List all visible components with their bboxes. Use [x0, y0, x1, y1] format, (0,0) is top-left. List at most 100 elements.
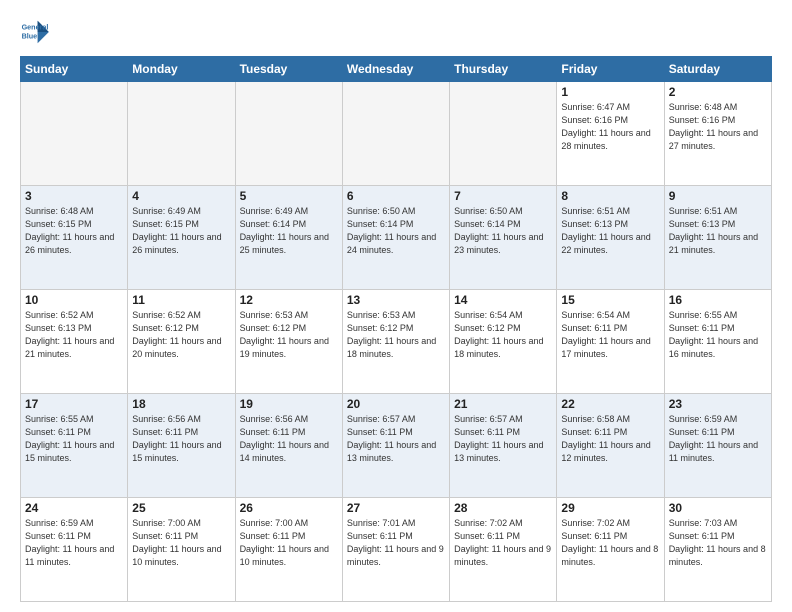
calendar-cell: 28 Sunrise: 7:02 AM Sunset: 6:11 PM Dayli…	[450, 498, 557, 602]
calendar-cell: 25 Sunrise: 7:00 AM Sunset: 6:11 PM Dayli…	[128, 498, 235, 602]
day-info: Sunrise: 7:00 AM Sunset: 6:11 PM Dayligh…	[132, 517, 230, 569]
calendar-week-row: 1Sunrise: 6:47 AM Sunset: 6:16 PM Daylig…	[21, 82, 772, 186]
day-info: Sunrise: 6:59 AM Sunset: 6:11 PM Dayligh…	[25, 517, 123, 569]
day-of-week-header: Tuesday	[235, 57, 342, 82]
day-info: Sunrise: 7:02 AM Sunset: 6:11 PM Dayligh…	[561, 517, 659, 569]
day-number: 17	[25, 397, 123, 411]
calendar-cell: 18Sunrise: 6:56 AM Sunset: 6:11 PM Dayli…	[128, 394, 235, 498]
calendar-cell: 21 Sunrise: 6:57 AM Sunset: 6:11 PM Dayli…	[450, 394, 557, 498]
day-number: 2	[669, 85, 767, 99]
day-number: 30	[669, 501, 767, 515]
day-number: 12	[240, 293, 338, 307]
day-info: Sunrise: 6:54 AM Sunset: 6:11 PM Dayligh…	[561, 309, 659, 361]
day-info: Sunrise: 6:48 AM Sunset: 6:15 PM Dayligh…	[25, 205, 123, 257]
day-info: Sunrise: 7:03 AM Sunset: 6:11 PM Dayligh…	[669, 517, 767, 569]
calendar-cell: 15 Sunrise: 6:54 AM Sunset: 6:11 PM Dayli…	[557, 290, 664, 394]
day-info: Sunrise: 6:57 AM Sunset: 6:11 PM Dayligh…	[454, 413, 552, 465]
day-number: 13	[347, 293, 445, 307]
calendar-cell: 2 Sunrise: 6:48 AM Sunset: 6:16 PM Daylig…	[664, 82, 771, 186]
svg-text:General: General	[22, 23, 49, 32]
day-info: Sunrise: 6:50 AM Sunset: 6:14 PM Dayligh…	[454, 205, 552, 257]
day-number: 27	[347, 501, 445, 515]
day-number: 29	[561, 501, 659, 515]
calendar-cell: 7 Sunrise: 6:50 AM Sunset: 6:14 PM Daylig…	[450, 186, 557, 290]
calendar-cell: 20 Sunrise: 6:57 AM Sunset: 6:11 PM Dayli…	[342, 394, 449, 498]
day-info: Sunrise: 6:55 AM Sunset: 6:11 PM Dayligh…	[25, 413, 123, 465]
calendar-cell: 13 Sunrise: 6:53 AM Sunset: 6:12 PM Dayli…	[342, 290, 449, 394]
header: General Blue	[20, 16, 772, 48]
calendar-table: SundayMondayTuesdayWednesdayThursdayFrid…	[20, 56, 772, 602]
day-number: 8	[561, 189, 659, 203]
day-number: 15	[561, 293, 659, 307]
day-info: Sunrise: 7:01 AM Sunset: 6:11 PM Dayligh…	[347, 517, 445, 569]
day-number: 23	[669, 397, 767, 411]
day-info: Sunrise: 6:55 AM Sunset: 6:11 PM Dayligh…	[669, 309, 767, 361]
day-number: 21	[454, 397, 552, 411]
calendar-cell: 1Sunrise: 6:47 AM Sunset: 6:16 PM Daylig…	[557, 82, 664, 186]
calendar-cell	[342, 82, 449, 186]
calendar-cell: 8 Sunrise: 6:51 AM Sunset: 6:13 PM Daylig…	[557, 186, 664, 290]
day-number: 28	[454, 501, 552, 515]
day-number: 6	[347, 189, 445, 203]
calendar-cell: 29 Sunrise: 7:02 AM Sunset: 6:11 PM Dayli…	[557, 498, 664, 602]
logo-icon: General Blue	[20, 16, 52, 48]
day-number: 25	[132, 501, 230, 515]
day-info: Sunrise: 6:53 AM Sunset: 6:12 PM Dayligh…	[347, 309, 445, 361]
day-of-week-header: Thursday	[450, 57, 557, 82]
day-of-week-header: Wednesday	[342, 57, 449, 82]
logo: General Blue	[20, 16, 52, 48]
svg-text:Blue: Blue	[22, 31, 38, 40]
day-info: Sunrise: 6:54 AM Sunset: 6:12 PM Dayligh…	[454, 309, 552, 361]
calendar-week-row: 17 Sunrise: 6:55 AM Sunset: 6:11 PM Dayli…	[21, 394, 772, 498]
day-number: 22	[561, 397, 659, 411]
calendar-cell: 23Sunrise: 6:59 AM Sunset: 6:11 PM Dayli…	[664, 394, 771, 498]
day-info: Sunrise: 6:57 AM Sunset: 6:11 PM Dayligh…	[347, 413, 445, 465]
day-of-week-header: Monday	[128, 57, 235, 82]
calendar-cell: 5Sunrise: 6:49 AM Sunset: 6:14 PM Daylig…	[235, 186, 342, 290]
calendar-cell	[128, 82, 235, 186]
calendar-cell: 16Sunrise: 6:55 AM Sunset: 6:11 PM Dayli…	[664, 290, 771, 394]
calendar-cell: 22Sunrise: 6:58 AM Sunset: 6:11 PM Dayli…	[557, 394, 664, 498]
day-number: 4	[132, 189, 230, 203]
day-number: 11	[132, 293, 230, 307]
calendar-cell	[450, 82, 557, 186]
day-number: 9	[669, 189, 767, 203]
calendar-cell: 11Sunrise: 6:52 AM Sunset: 6:12 PM Dayli…	[128, 290, 235, 394]
day-of-week-header: Sunday	[21, 57, 128, 82]
calendar-cell	[235, 82, 342, 186]
day-number: 20	[347, 397, 445, 411]
calendar-week-row: 3 Sunrise: 6:48 AM Sunset: 6:15 PM Daylig…	[21, 186, 772, 290]
day-info: Sunrise: 6:49 AM Sunset: 6:14 PM Dayligh…	[240, 205, 338, 257]
day-number: 14	[454, 293, 552, 307]
day-info: Sunrise: 6:49 AM Sunset: 6:15 PM Dayligh…	[132, 205, 230, 257]
calendar-cell: 6Sunrise: 6:50 AM Sunset: 6:14 PM Daylig…	[342, 186, 449, 290]
calendar-cell: 10 Sunrise: 6:52 AM Sunset: 6:13 PM Dayli…	[21, 290, 128, 394]
calendar-cell: 19Sunrise: 6:56 AM Sunset: 6:11 PM Dayli…	[235, 394, 342, 498]
calendar-cell: 17 Sunrise: 6:55 AM Sunset: 6:11 PM Dayli…	[21, 394, 128, 498]
day-info: Sunrise: 6:48 AM Sunset: 6:16 PM Dayligh…	[669, 101, 767, 153]
day-info: Sunrise: 6:51 AM Sunset: 6:13 PM Dayligh…	[669, 205, 767, 257]
day-number: 1	[561, 85, 659, 99]
calendar-cell: 27 Sunrise: 7:01 AM Sunset: 6:11 PM Dayli…	[342, 498, 449, 602]
day-number: 3	[25, 189, 123, 203]
calendar-cell: 12 Sunrise: 6:53 AM Sunset: 6:12 PM Dayli…	[235, 290, 342, 394]
page: General Blue SundayMondayTuesdayWednesda…	[0, 0, 792, 612]
day-info: Sunrise: 6:53 AM Sunset: 6:12 PM Dayligh…	[240, 309, 338, 361]
day-number: 7	[454, 189, 552, 203]
calendar-cell: 26 Sunrise: 7:00 AM Sunset: 6:11 PM Dayli…	[235, 498, 342, 602]
calendar-cell: 30 Sunrise: 7:03 AM Sunset: 6:11 PM Dayli…	[664, 498, 771, 602]
calendar-cell: 4 Sunrise: 6:49 AM Sunset: 6:15 PM Daylig…	[128, 186, 235, 290]
day-info: Sunrise: 6:52 AM Sunset: 6:13 PM Dayligh…	[25, 309, 123, 361]
calendar-week-row: 24Sunrise: 6:59 AM Sunset: 6:11 PM Dayli…	[21, 498, 772, 602]
day-info: Sunrise: 6:56 AM Sunset: 6:11 PM Dayligh…	[240, 413, 338, 465]
day-number: 26	[240, 501, 338, 515]
day-info: Sunrise: 6:56 AM Sunset: 6:11 PM Dayligh…	[132, 413, 230, 465]
calendar-week-row: 10 Sunrise: 6:52 AM Sunset: 6:13 PM Dayli…	[21, 290, 772, 394]
day-info: Sunrise: 6:51 AM Sunset: 6:13 PM Dayligh…	[561, 205, 659, 257]
day-info: Sunrise: 7:00 AM Sunset: 6:11 PM Dayligh…	[240, 517, 338, 569]
calendar-cell: 24Sunrise: 6:59 AM Sunset: 6:11 PM Dayli…	[21, 498, 128, 602]
calendar-header-row: SundayMondayTuesdayWednesdayThursdayFrid…	[21, 57, 772, 82]
day-info: Sunrise: 7:02 AM Sunset: 6:11 PM Dayligh…	[454, 517, 552, 569]
calendar-cell: 9 Sunrise: 6:51 AM Sunset: 6:13 PM Daylig…	[664, 186, 771, 290]
day-number: 10	[25, 293, 123, 307]
